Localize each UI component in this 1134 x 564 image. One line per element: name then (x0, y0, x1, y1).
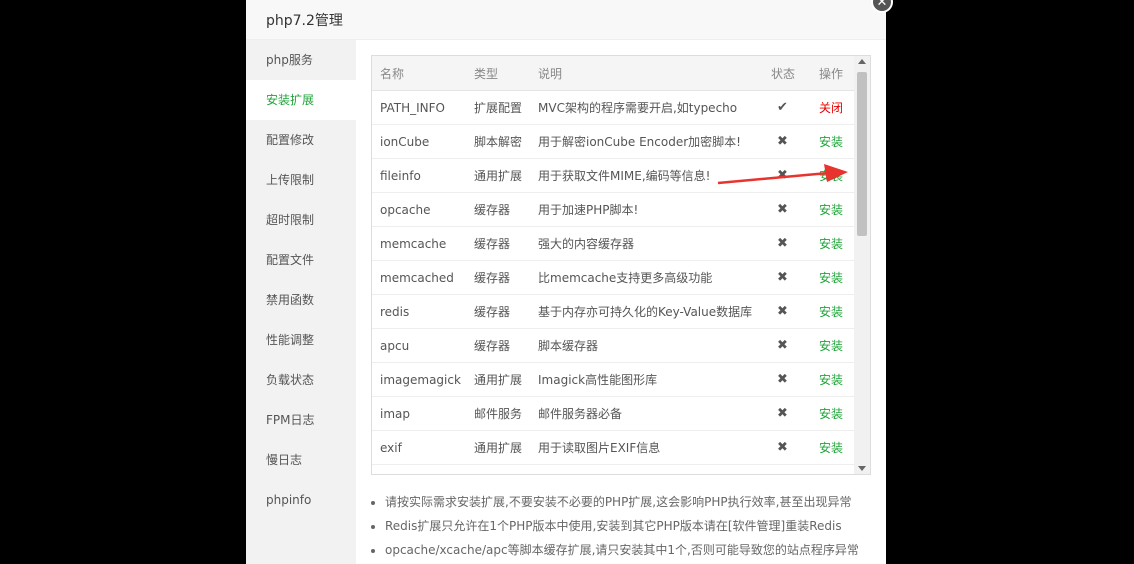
header-desc: 说明 (530, 56, 763, 91)
table-scrollbar[interactable] (854, 56, 870, 474)
ext-name: opcache (372, 192, 466, 227)
cross-icon: ✖ (777, 338, 788, 353)
ext-desc: 用于解密ionCube Encoder加密脚本! (530, 124, 763, 159)
cross-icon: ✖ (777, 236, 788, 251)
ext-type: 扩展配置 (466, 90, 530, 125)
ext-desc: 脚本缓存器 (530, 328, 763, 363)
content-area: 名称 类型 说明 状态 操作 PATH_INFO 扩展配置 MVC架构的程序需要… (356, 40, 886, 564)
notes-list: 请按实际需求安装扩展,不要安装不必要的PHP扩展,这会影响PHP执行效率,甚至出… (371, 490, 859, 562)
table-row: imap 邮件服务 邮件服务器必备 ✖ 安装 (372, 396, 856, 431)
install-link[interactable]: 安装 (819, 203, 843, 217)
note-item: opcache/xcache/apc等脚本缓存扩展,请只安装其中1个,否则可能导… (385, 538, 859, 562)
ext-name: memcached (372, 260, 466, 295)
sidebar: php服务 安装扩展 配置修改 上传限制 超时限制 配置文件 禁用函数 性能调整… (246, 40, 356, 564)
table-row: ionCube 脚本解密 用于解密ionCube Encoder加密脚本! ✖ … (372, 124, 856, 159)
cross-icon: ✖ (777, 372, 788, 387)
ext-desc: MVC架构的程序需要开启,如typecho (530, 90, 763, 125)
cross-icon: ✖ (777, 304, 788, 319)
ext-desc: Imagick高性能图形库 (530, 362, 763, 397)
sidebar-item-load-status[interactable]: 负载状态 (246, 360, 356, 400)
php-manage-dialog: php7.2管理 php服务 安装扩展 配置修改 上传限制 超时限制 配置文件 … (246, 0, 886, 564)
cross-icon: ✖ (777, 406, 788, 421)
sidebar-item-config-edit[interactable]: 配置修改 (246, 120, 356, 160)
install-link[interactable]: 安装 (819, 305, 843, 319)
table-row: memcache 缓存器 强大的内容缓存器 ✖ 安装 (372, 226, 856, 261)
table-header-row: 名称 类型 说明 状态 操作 (372, 56, 856, 91)
cross-icon: ✖ (777, 168, 788, 183)
sidebar-item-php-service[interactable]: php服务 (246, 40, 356, 80)
install-link[interactable]: 安装 (819, 271, 843, 285)
install-link[interactable]: 安装 (819, 407, 843, 421)
ext-type: 缓存器 (466, 260, 530, 295)
scroll-up-arrow-icon[interactable] (858, 59, 866, 64)
extensions-table: 名称 类型 说明 状态 操作 PATH_INFO 扩展配置 MVC架构的程序需要… (372, 56, 856, 465)
table-row: imagemagick 通用扩展 Imagick高性能图形库 ✖ 安装 (372, 362, 856, 397)
sidebar-item-timeout-limit[interactable]: 超时限制 (246, 200, 356, 240)
ext-desc: 基于内存亦可持久化的Key-Value数据库 (530, 294, 763, 329)
install-link[interactable]: 安装 (819, 339, 843, 353)
ext-desc: 用于获取文件MIME,编码等信息! (530, 158, 763, 193)
header-status: 状态 (763, 56, 811, 91)
table-row: memcached 缓存器 比memcache支持更多高级功能 ✖ 安装 (372, 260, 856, 295)
install-link[interactable]: 安装 (819, 237, 843, 251)
header-name: 名称 (372, 56, 466, 91)
ext-type: 通用扩展 (466, 158, 530, 193)
ext-type: 脚本解密 (466, 124, 530, 159)
extensions-table-container: 名称 类型 说明 状态 操作 PATH_INFO 扩展配置 MVC架构的程序需要… (371, 55, 871, 475)
cross-icon: ✖ (777, 134, 788, 149)
install-link[interactable]: 安装 (819, 373, 843, 387)
ext-type: 缓存器 (466, 328, 530, 363)
disable-link[interactable]: 关闭 (819, 101, 843, 115)
ext-type: 缓存器 (466, 226, 530, 261)
ext-type: 邮件服务 (466, 396, 530, 431)
table-row: opcache 缓存器 用于加速PHP脚本! ✖ 安装 (372, 192, 856, 227)
install-link[interactable]: 安装 (819, 441, 843, 455)
ext-type: 通用扩展 (466, 430, 530, 465)
ext-desc: 用于加速PHP脚本! (530, 192, 763, 227)
sidebar-item-phpinfo[interactable]: phpinfo (246, 480, 356, 520)
note-item: 请按实际需求安装扩展,不要安装不必要的PHP扩展,这会影响PHP执行效率,甚至出… (385, 490, 859, 514)
dialog-title-bar: php7.2管理 (246, 0, 886, 40)
ext-type: 通用扩展 (466, 362, 530, 397)
ext-name: redis (372, 294, 466, 329)
install-link[interactable]: 安装 (819, 169, 843, 183)
cross-icon: ✖ (777, 440, 788, 455)
table-row: fileinfo 通用扩展 用于获取文件MIME,编码等信息! ✖ 安装 (372, 158, 856, 193)
cross-icon: ✖ (777, 270, 788, 285)
sidebar-item-disabled-functions[interactable]: 禁用函数 (246, 280, 356, 320)
ext-type: 缓存器 (466, 192, 530, 227)
ext-name: fileinfo (372, 158, 466, 193)
ext-type: 缓存器 (466, 294, 530, 329)
header-op: 操作 (811, 56, 856, 91)
sidebar-item-performance[interactable]: 性能调整 (246, 320, 356, 360)
ext-name: imap (372, 396, 466, 431)
ext-name: memcache (372, 226, 466, 261)
cross-icon: ✖ (777, 202, 788, 217)
note-item: Redis扩展只允许在1个PHP版本中使用,安装到其它PHP版本请在[软件管理]… (385, 514, 859, 538)
check-icon: ✔ (777, 100, 788, 115)
table-row: redis 缓存器 基于内存亦可持久化的Key-Value数据库 ✖ 安装 (372, 294, 856, 329)
ext-desc: 用于读取图片EXIF信息 (530, 430, 763, 465)
install-link[interactable]: 安装 (819, 135, 843, 149)
ext-name: PATH_INFO (372, 90, 466, 125)
ext-desc: 邮件服务器必备 (530, 396, 763, 431)
ext-desc: 比memcache支持更多高级功能 (530, 260, 763, 295)
table-row: PATH_INFO 扩展配置 MVC架构的程序需要开启,如typecho ✔ 关… (372, 90, 856, 125)
table-row: exif 通用扩展 用于读取图片EXIF信息 ✖ 安装 (372, 430, 856, 465)
table-row: apcu 缓存器 脚本缓存器 ✖ 安装 (372, 328, 856, 363)
sidebar-item-slow-log[interactable]: 慢日志 (246, 440, 356, 480)
sidebar-item-upload-limit[interactable]: 上传限制 (246, 160, 356, 200)
header-type: 类型 (466, 56, 530, 91)
sidebar-item-fpm-log[interactable]: FPM日志 (246, 400, 356, 440)
ext-desc: 强大的内容缓存器 (530, 226, 763, 261)
dialog-title: php7.2管理 (266, 12, 343, 29)
scrollbar-thumb[interactable] (857, 72, 867, 236)
ext-name: imagemagick (372, 362, 466, 397)
ext-name: ionCube (372, 124, 466, 159)
ext-name: apcu (372, 328, 466, 363)
scroll-down-arrow-icon[interactable] (858, 466, 866, 471)
ext-name: exif (372, 430, 466, 465)
sidebar-item-install-extensions[interactable]: 安装扩展 (246, 80, 356, 120)
sidebar-item-config-file[interactable]: 配置文件 (246, 240, 356, 280)
